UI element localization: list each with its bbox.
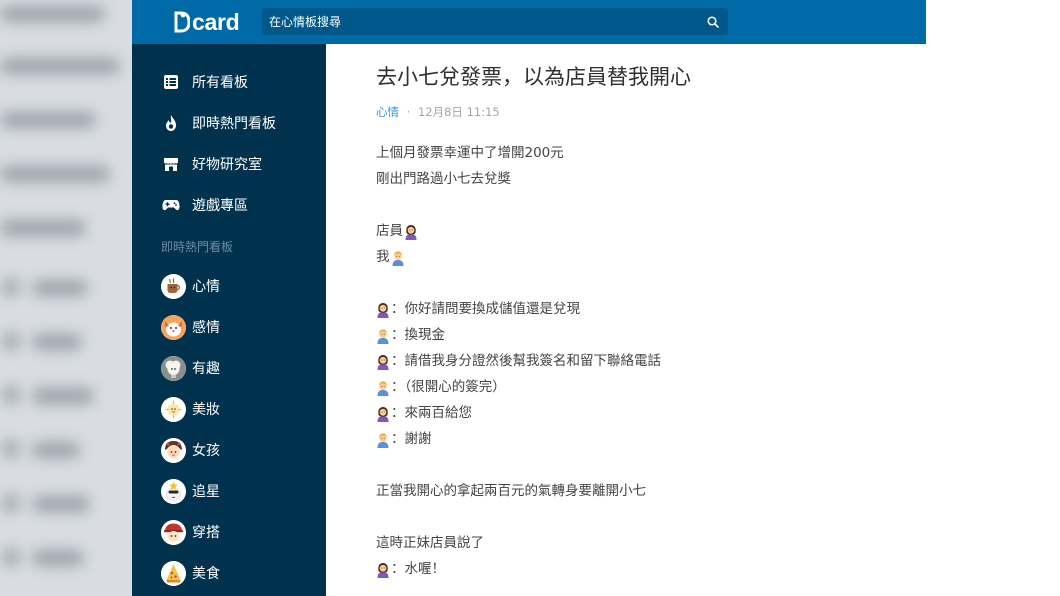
sidebar-board-funny[interactable]: 有趣 (161, 355, 220, 381)
post-line: ：請借我身分證然後幫我簽名和留下聯絡電話 (376, 348, 896, 374)
post-line-text: ：（很開心的簽完） (391, 379, 506, 395)
post-line: ：換現金 (376, 322, 896, 348)
post-line: 剛出門路過小七去兌獎 (376, 166, 896, 192)
post-title: 去小七兌發票，以為店員替我開心 (376, 65, 691, 89)
woman-emoji-icon (404, 223, 418, 240)
post-line-text: ：你好請問要換成儲值還是兌現 (391, 301, 580, 317)
sidebar-item-label: 即時熱門看板 (192, 116, 276, 132)
search-bar (262, 8, 728, 35)
post-area: 去小七兌發票，以為店員替我開心 心情 · 12月8日 11:15 上個月發票幸運… (326, 44, 926, 596)
board-label: 追星 (192, 484, 220, 500)
sheep-avatar-icon (161, 355, 186, 381)
meta-separator: · (406, 105, 411, 119)
post-line-text: ：水喔！ (391, 561, 445, 577)
sidebar-item-games[interactable]: 遊戲專區 (162, 192, 248, 218)
post-line: 店員 (376, 218, 896, 244)
post-board-link[interactable]: 心情 (376, 105, 399, 119)
flame-icon (162, 114, 180, 132)
man-emoji-icon (376, 379, 390, 396)
sidebar-board-fashion[interactable]: 穿搭 (161, 519, 220, 545)
post-line-text: 店員 (376, 223, 403, 239)
post-line: ：謝謝 (376, 426, 896, 452)
post-line (376, 192, 896, 218)
post-line-text: ：換現金 (391, 327, 445, 343)
post-line: 我 (376, 244, 896, 270)
post-line: ：（很開心的簽完） (376, 374, 896, 400)
list-icon (162, 73, 180, 91)
post-line-text: 上個月發票幸運中了增開200元 (376, 145, 564, 161)
sidebar-item-goods-lab[interactable]: 好物研究室 (162, 151, 262, 177)
post-line: ：來兩百給您 (376, 400, 896, 426)
man-emoji-icon (376, 327, 390, 344)
girl-avatar-icon (161, 437, 186, 463)
post-line: 這時正妹店員說了 (376, 530, 896, 556)
post-line (376, 504, 896, 530)
sidebar-board-food[interactable]: 美食 (161, 560, 220, 586)
search-icon (707, 15, 719, 28)
board-label: 美妝 (192, 402, 220, 418)
man-emoji-icon (391, 249, 405, 266)
post-line-text: 正當我開心的拿起兩百元的氣轉身要離開小七 (376, 483, 646, 499)
post-line: 上個月發票幸運中了增開200元 (376, 140, 896, 166)
board-label: 女孩 (192, 443, 220, 459)
post-line (376, 452, 896, 478)
page-margin (926, 0, 1060, 596)
post-line-text: 剛出門路過小七去兌獎 (376, 171, 511, 187)
post-line-text: ：來兩百給您 (391, 405, 472, 421)
dcard-window: card 所有看板 (0, 0, 1060, 596)
board-label: 穿搭 (192, 525, 220, 541)
post-date: 12月8日 11:15 (417, 105, 500, 119)
sidebar-board-mood[interactable]: 心情 (161, 273, 220, 299)
gamepad-icon (162, 196, 180, 214)
post-line (376, 270, 896, 296)
man-emoji-icon (376, 431, 390, 448)
search-button[interactable] (698, 8, 728, 35)
sidebar-board-idol[interactable]: 追星 (161, 478, 220, 504)
dcard-logo-icon (174, 11, 190, 33)
post-line-text: 這時正妹店員說了 (376, 535, 484, 551)
post-line-text: ：請借我身分證然後幫我簽名和留下聯絡電話 (391, 353, 661, 369)
coffee-avatar-icon (161, 273, 186, 299)
blurred-background (0, 0, 132, 596)
dcard-logo[interactable]: card (174, 8, 240, 36)
sidebar-item-label: 遊戲專區 (192, 198, 248, 214)
star-avatar-icon (161, 478, 186, 504)
sidebar-board-relationship[interactable]: 感情 (161, 314, 220, 340)
post-meta: 心情 · 12月8日 11:15 (376, 104, 500, 120)
food-avatar-icon (161, 560, 186, 586)
sidebar-item-all-boards[interactable]: 所有看板 (162, 69, 248, 95)
post-content: 上個月發票幸運中了增開200元 剛出門路過小七去兌獎 店員我 ：你好請問要換成儲值還是… (376, 140, 896, 582)
board-label: 美食 (192, 566, 220, 582)
post-line: ：你好請問要換成儲值還是兌現 (376, 296, 896, 322)
search-input[interactable] (262, 8, 698, 35)
woman-emoji-icon (376, 301, 390, 318)
store-icon (162, 155, 180, 173)
hot-boards-section-title: 即時熱門看板 (161, 240, 234, 254)
board-label: 心情 (192, 279, 220, 295)
post-line-text: ：謝謝 (391, 431, 432, 447)
board-label: 有趣 (192, 361, 220, 377)
post-line: ：水喔！ (376, 556, 896, 582)
sidebar-item-label: 好物研究室 (192, 157, 262, 173)
woman-emoji-icon (376, 405, 390, 422)
top-navbar: card (132, 0, 926, 44)
woman-emoji-icon (376, 353, 390, 370)
sidebar-item-label: 所有看板 (192, 75, 248, 91)
fashion-avatar-icon (161, 519, 186, 545)
sidebar-board-makeup[interactable]: 美妝 (161, 396, 220, 422)
sidebar: 所有看板 即時熱門看板 好物研究室 遊戲專區 即時熱門看板 心情 感情 有趣 美… (132, 44, 326, 596)
sparkle-avatar-icon (161, 396, 186, 422)
board-label: 感情 (192, 320, 220, 336)
logo-text: card (192, 8, 240, 35)
post-line: 正當我開心的拿起兩百元的氣轉身要離開小七 (376, 478, 896, 504)
woman-emoji-icon (376, 561, 390, 578)
sidebar-board-girl[interactable]: 女孩 (161, 437, 220, 463)
post-line-text: 我 (376, 249, 390, 265)
dog-avatar-icon (161, 314, 186, 340)
sidebar-item-hot-boards[interactable]: 即時熱門看板 (162, 110, 276, 136)
